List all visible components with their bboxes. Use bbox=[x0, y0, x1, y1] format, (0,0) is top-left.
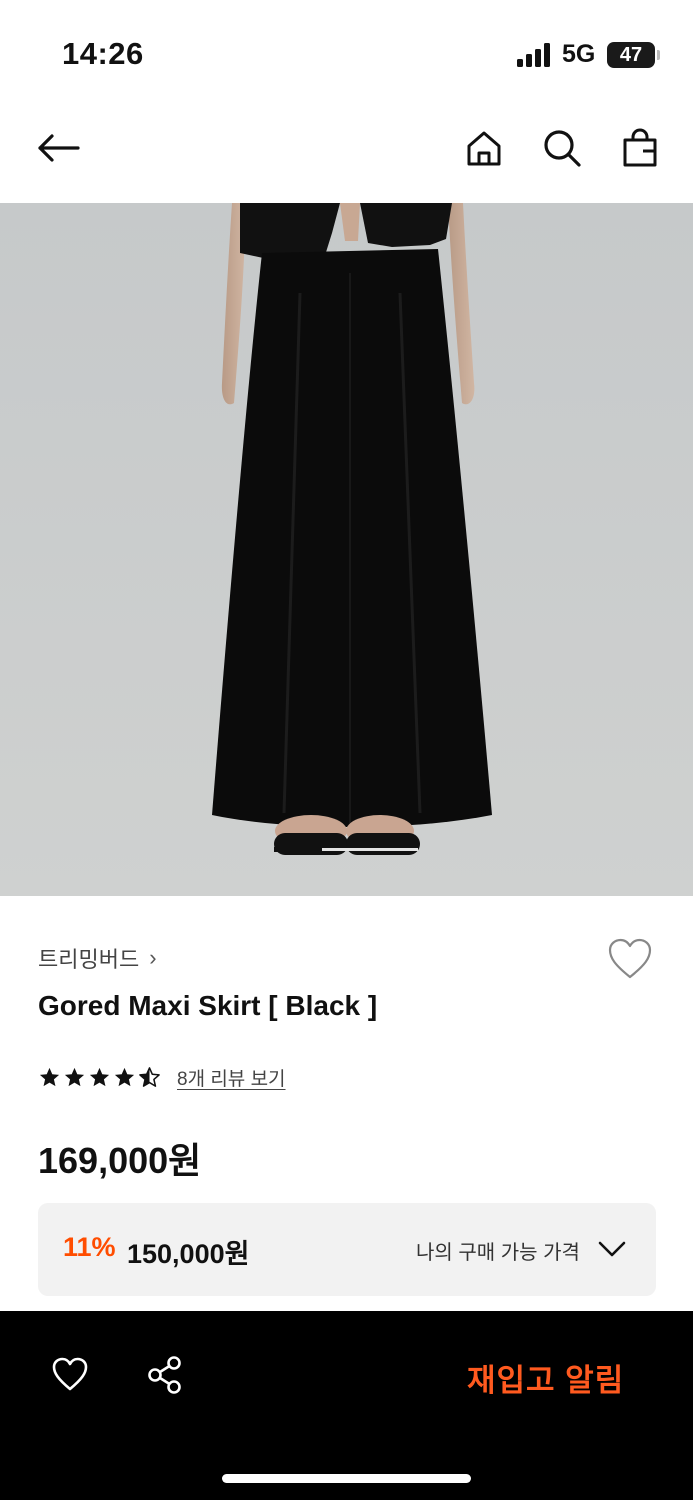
star-rating bbox=[38, 1066, 161, 1089]
discount-rate: 11% bbox=[63, 1232, 116, 1262]
search-icon bbox=[544, 130, 581, 167]
my-price-label: 나의 구매 가능 가격 bbox=[416, 1242, 580, 1264]
battery-level: 47 bbox=[619, 43, 643, 66]
back-button[interactable] bbox=[30, 126, 86, 170]
star-icon bbox=[64, 1067, 85, 1087]
share-icon bbox=[148, 1356, 181, 1394]
network-label: 5G bbox=[562, 40, 596, 68]
shopping-bag-icon bbox=[623, 128, 657, 167]
chevron-right-icon: › bbox=[149, 945, 157, 970]
heart-icon bbox=[608, 938, 652, 979]
brand-name: 트리밍버드 bbox=[38, 947, 140, 972]
star-icon bbox=[89, 1067, 110, 1087]
home-icon bbox=[467, 131, 501, 166]
my-price-box[interactable]: 11% 150,000원 나의 구매 가능 가격 bbox=[38, 1203, 656, 1296]
wishlist-button[interactable] bbox=[607, 937, 653, 981]
star-half-icon bbox=[139, 1067, 160, 1087]
sale-price: 150,000원 bbox=[127, 1239, 250, 1269]
star-icon bbox=[39, 1067, 60, 1087]
product-image-carousel[interactable] bbox=[0, 203, 693, 896]
battery-icon: 47 bbox=[607, 42, 660, 68]
search-button[interactable] bbox=[540, 126, 584, 170]
review-link[interactable]: 8개 리뷰 보기 bbox=[177, 1064, 286, 1091]
carousel-progress bbox=[274, 847, 322, 852]
signal-icon bbox=[517, 43, 550, 67]
home-indicator bbox=[222, 1474, 471, 1483]
bottom-wishlist-button[interactable] bbox=[51, 1356, 89, 1392]
bottom-action-bar: 재입고 알림 bbox=[0, 1311, 693, 1500]
chevron-down-icon bbox=[598, 1241, 626, 1257]
restock-alert-button[interactable]: 재입고 알림 bbox=[467, 1355, 624, 1400]
cart-button[interactable] bbox=[618, 126, 662, 170]
home-button[interactable] bbox=[462, 126, 506, 170]
arrow-left-icon bbox=[38, 134, 80, 162]
heart-icon bbox=[52, 1357, 88, 1391]
product-photo bbox=[0, 203, 693, 896]
star-icon bbox=[114, 1067, 135, 1087]
original-price: 169,000원 bbox=[38, 1140, 202, 1181]
status-bar: 14:26 5G 47 bbox=[0, 0, 693, 100]
brand-link[interactable]: 트리밍버드 › bbox=[38, 942, 157, 974]
rating-row: 8개 리뷰 보기 bbox=[38, 1064, 286, 1091]
share-button[interactable] bbox=[146, 1355, 184, 1395]
top-nav bbox=[0, 100, 693, 204]
status-time: 14:26 bbox=[62, 36, 144, 71]
product-title: Gored Maxi Skirt [ Black ] bbox=[38, 990, 378, 1021]
